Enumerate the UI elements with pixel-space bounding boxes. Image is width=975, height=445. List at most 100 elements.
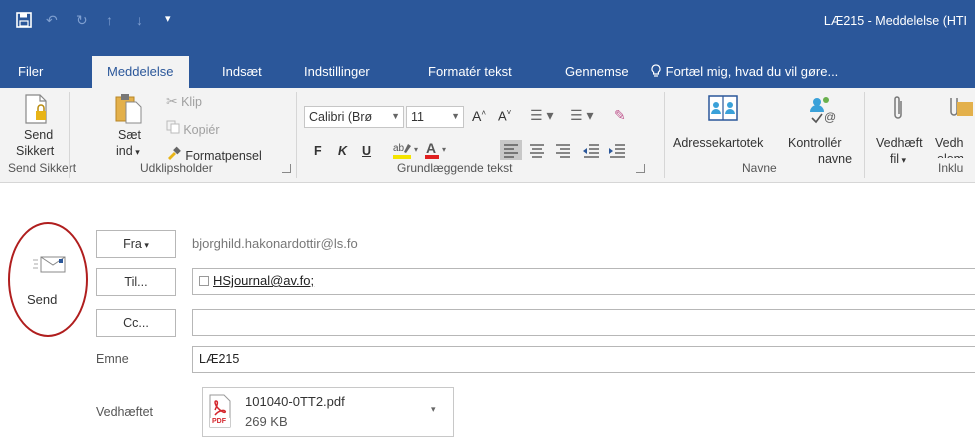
clipboard-icon <box>114 92 144 127</box>
attach-file-button[interactable]: Vedhæft fil ▾ <box>872 90 928 166</box>
customize-qat-icon[interactable]: ▾ <box>165 12 171 25</box>
group-label-include: Inklu <box>938 161 964 175</box>
tell-me-text: Fortæl mig, hvad du vil gøre... <box>665 64 839 79</box>
ribbon: Send Sikkert Send Sikkert Sæt ind ▾ ✂ Kl… <box>0 88 975 183</box>
cut-label: Klip <box>181 95 202 109</box>
lightbulb-icon <box>650 64 666 79</box>
from-button[interactable]: Fra ▾ <box>96 230 176 258</box>
subject-field[interactable]: LÆ215 <box>192 346 975 373</box>
increase-indent-icon[interactable] <box>606 140 628 163</box>
address-book-label: Adressekartotek <box>673 136 764 150</box>
chevron-down-icon: ▼ <box>451 111 460 121</box>
attachment-chip[interactable]: PDF 101040-0TT2.pdf 269 KB ▾ <box>202 387 454 437</box>
attachment-dropdown-icon[interactable]: ▾ <box>431 404 436 415</box>
to-button[interactable]: Til... <box>96 268 176 296</box>
send-secure-label-1: Send <box>24 128 54 142</box>
tab-file[interactable]: Filer <box>18 64 43 79</box>
title-bar: ↶ ↻ ↑ ↓ ▾ LÆ215 - Meddelelse (HTI <box>0 0 975 56</box>
group-label-names: Navne <box>742 161 777 175</box>
send-button[interactable]: Send <box>22 240 78 316</box>
group-label-basic-text: Grundlæggende tekst <box>397 161 513 175</box>
align-right-icon[interactable] <box>552 140 574 163</box>
paste-button[interactable]: Sæt ind ▾ <box>104 90 154 158</box>
from-value: bjorghild.hakonardottir@ls.fo <box>192 236 358 251</box>
tab-format-text[interactable]: Formatér tekst <box>428 64 512 79</box>
bold-button[interactable]: F <box>314 144 322 158</box>
tab-message[interactable]: Meddelelse <box>92 56 189 88</box>
attach-item-label-1: Vedh <box>935 136 964 150</box>
attachment-label: Vedhæftet <box>96 405 153 419</box>
paste-label-2: ind ▾ <box>116 144 140 158</box>
italic-button[interactable]: K <box>338 144 347 158</box>
group-divider <box>69 92 70 178</box>
group-divider <box>296 92 297 178</box>
pdf-badge: PDF <box>212 418 226 425</box>
check-names-label-1: Kontrollér <box>788 136 842 150</box>
scissors-icon: ✂ <box>166 93 178 109</box>
check-names-button[interactable]: @ Kontrollér navne <box>786 90 862 166</box>
window-title: LÆ215 - Meddelelse (HTI <box>823 14 967 28</box>
bullets-icon[interactable]: ☰ ▾ <box>530 107 553 124</box>
send-envelope-icon <box>32 256 66 277</box>
attach-item-label-2: elem <box>937 152 964 158</box>
font-color-icon[interactable]: A ▾ <box>424 140 450 163</box>
attach-file-label-2: fil ▾ <box>890 152 907 166</box>
group-divider <box>864 92 865 178</box>
copy-icon <box>166 120 183 137</box>
cc-button[interactable]: Cc... <box>96 309 176 337</box>
save-icon[interactable] <box>16 12 32 31</box>
copy-button[interactable]: Kopiér <box>166 120 219 137</box>
align-left-icon[interactable] <box>500 140 522 160</box>
to-recipient[interactable]: HSjournal@av.fo; <box>213 273 314 288</box>
clear-formatting-icon[interactable]: ✎ <box>614 107 626 124</box>
grow-font-icon[interactable]: A˄ <box>472 108 486 124</box>
paperclip-icon <box>890 94 906 127</box>
address-book-icon <box>708 94 738 125</box>
address-book-button[interactable]: Adressekartotek <box>672 90 772 158</box>
to-field[interactable]: HSjournal@av.fo; <box>192 268 975 295</box>
group-label-clipboard: Udklipsholder <box>140 161 213 175</box>
send-label: Send <box>27 292 58 307</box>
attach-file-label-1: Vedhæft <box>876 136 923 150</box>
cc-field[interactable] <box>192 309 975 336</box>
subject-value: LÆ215 <box>199 352 240 366</box>
align-center-icon[interactable] <box>526 140 548 163</box>
svg-text:▾: ▾ <box>414 145 418 154</box>
svg-text:ab: ab <box>393 143 405 154</box>
send-secure-button[interactable]: Send Sikkert <box>10 90 60 158</box>
font-size-value: 11 <box>411 110 424 124</box>
send-secure-label-2: Sikkert <box>16 144 55 158</box>
clipboard-launcher-icon[interactable] <box>282 164 291 173</box>
tell-me-search[interactable]: Fortæl mig, hvad du vil gøre... <box>650 64 838 79</box>
attach-item-button[interactable]: Vedh elem <box>933 90 975 158</box>
copy-label: Kopiér <box>183 123 220 137</box>
undo-icon[interactable]: ↶ <box>46 12 58 29</box>
redo-icon[interactable]: ↻ <box>76 12 88 29</box>
font-name-combo[interactable]: Calibri (Brø ▼ <box>304 106 404 128</box>
recipient-checkbox-icon <box>199 276 209 286</box>
next-item-icon[interactable]: ↓ <box>136 12 143 28</box>
tab-options[interactable]: Indstillinger <box>304 64 370 79</box>
check-names-label-2: navne <box>818 152 853 166</box>
group-label-send-secure: Send Sikkert <box>8 161 77 175</box>
decrease-indent-icon[interactable] <box>580 140 602 163</box>
font-name-value: Calibri (Brø <box>309 110 373 124</box>
chevron-down-icon: ▼ <box>391 111 400 121</box>
tab-review[interactable]: Gennemse <box>565 64 629 79</box>
svg-text:▾: ▾ <box>442 145 446 154</box>
underline-button[interactable]: U <box>362 144 371 158</box>
shrink-font-icon[interactable]: A˅ <box>498 108 511 123</box>
basic-text-launcher-icon[interactable] <box>636 164 645 173</box>
ribbon-tabs: Filer Meddelelse Indsæt Indstillinger Fo… <box>0 56 975 88</box>
numbering-icon[interactable]: ☰ ▾ <box>570 107 593 124</box>
check-names-icon: @ <box>808 94 840 127</box>
font-size-combo[interactable]: 11 ▼ <box>406 106 464 128</box>
highlight-icon[interactable]: ab ▾ <box>392 140 422 163</box>
secure-document-icon <box>24 94 48 127</box>
previous-item-icon[interactable]: ↑ <box>106 12 113 28</box>
attachment-name: 101040-0TT2.pdf <box>245 394 345 409</box>
tab-insert[interactable]: Indsæt <box>222 64 262 79</box>
svg-text:@: @ <box>824 110 836 124</box>
paste-label-1: Sæt <box>118 128 141 142</box>
cut-button[interactable]: ✂ Klip <box>166 93 202 110</box>
